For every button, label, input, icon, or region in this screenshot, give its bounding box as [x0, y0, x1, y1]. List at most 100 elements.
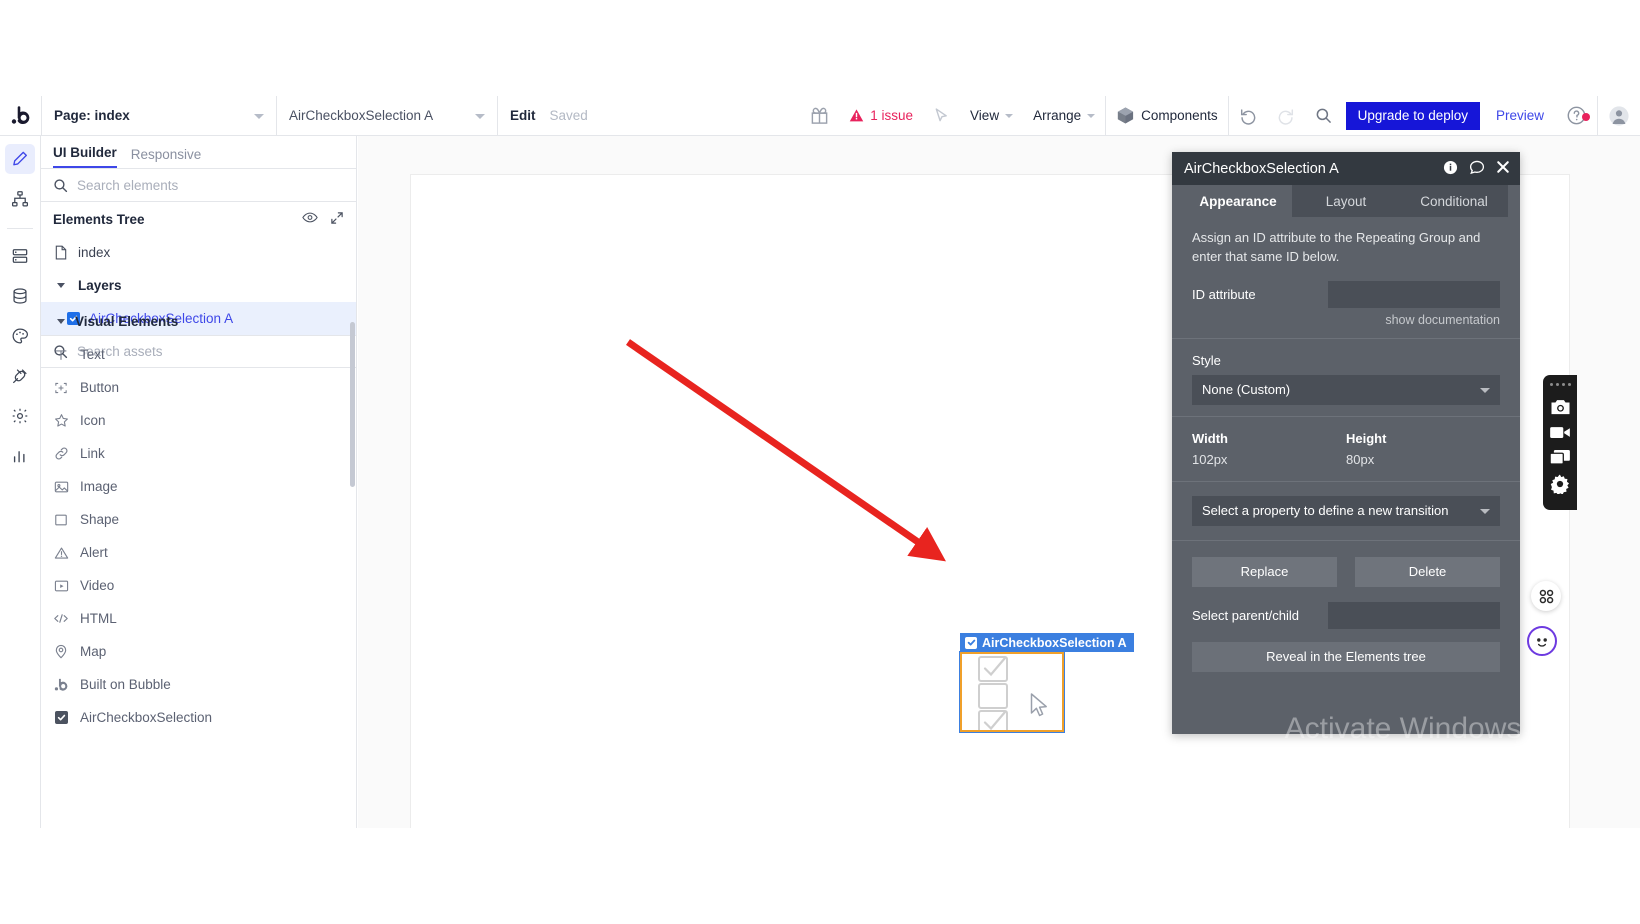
rail-item-logs[interactable] — [5, 441, 35, 471]
element-item-label: Text — [80, 347, 105, 362]
window-capture-icon[interactable] — [1549, 449, 1571, 465]
tree-row-layers[interactable]: Layers — [41, 269, 356, 302]
edit-button[interactable]: Edit — [498, 108, 548, 123]
components-button[interactable]: Components — [1106, 96, 1228, 136]
tab-ui-builder[interactable]: UI Builder — [53, 145, 117, 168]
divider — [7, 228, 33, 229]
rail-item-workflow[interactable] — [5, 184, 35, 214]
search-elements-input[interactable]: Search elements — [77, 178, 178, 193]
rail-item-database[interactable] — [5, 281, 35, 311]
close-icon[interactable] — [1496, 160, 1510, 177]
reveal-in-elements-tree-button[interactable]: Reveal in the Elements tree — [1192, 641, 1500, 672]
preview-button[interactable]: Preview — [1484, 108, 1556, 123]
page-select[interactable]: Page: index — [42, 96, 276, 136]
element-item-video[interactable]: Video — [41, 569, 356, 602]
undo-icon[interactable] — [1229, 96, 1267, 136]
bubble-logo-icon[interactable] — [0, 96, 41, 136]
info-icon[interactable] — [1443, 160, 1458, 178]
select-parent-child-field[interactable] — [1328, 601, 1500, 629]
tab-conditional[interactable]: Conditional — [1400, 185, 1508, 217]
rail-item-plugins[interactable] — [5, 361, 35, 391]
pencil-icon — [13, 151, 27, 166]
divider — [1172, 415, 1520, 417]
image-icon — [53, 480, 69, 494]
visual-elements-header[interactable]: Visual Elements — [41, 304, 356, 338]
panel-scrollbar[interactable] — [350, 322, 355, 487]
video-camera-icon[interactable] — [1549, 425, 1571, 440]
visual-elements-title: Visual Elements — [75, 313, 179, 329]
triangle-down-icon[interactable] — [53, 318, 69, 324]
face-avatar-fab[interactable] — [1527, 626, 1557, 656]
tab-layout[interactable]: Layout — [1292, 185, 1400, 217]
bar-chart-icon — [13, 451, 25, 463]
height-value: 80px — [1346, 451, 1375, 467]
element-item-label: Shape — [80, 512, 120, 527]
element-item-html[interactable]: HTML — [41, 602, 356, 635]
expand-arrows-icon[interactable] — [330, 211, 344, 228]
gear-icon[interactable] — [1550, 474, 1570, 494]
transition-select[interactable]: Select a property to define a new transi… — [1192, 495, 1500, 526]
rail-item-design-pencil[interactable] — [5, 144, 35, 174]
element-item-label: Link — [80, 446, 105, 461]
rail-item-data-tables[interactable] — [5, 241, 35, 271]
element-item-link[interactable]: Link — [41, 437, 356, 470]
style-select-value: None (Custom) — [1202, 382, 1291, 398]
page-select-label: Page: index — [54, 108, 130, 123]
rail-item-styles[interactable] — [5, 321, 35, 351]
delete-button[interactable]: Delete — [1355, 556, 1500, 587]
tree-row-label: Layers — [78, 278, 122, 293]
map-pin-icon — [53, 644, 69, 659]
tree-row-index[interactable]: index — [41, 236, 356, 269]
element-item-button[interactable]: Button — [41, 371, 356, 404]
comment-icon[interactable] — [1469, 160, 1485, 178]
gear-icon — [12, 408, 28, 424]
drag-dots-icon[interactable] — [1549, 379, 1571, 389]
element-item-text[interactable]: Text — [41, 338, 356, 371]
divider — [1172, 337, 1520, 339]
triangle-down-icon[interactable] — [53, 283, 69, 288]
element-item-built-on-bubble[interactable]: Built on Bubble — [41, 668, 356, 701]
help-button[interactable] — [1556, 105, 1597, 126]
element-item-aircheckboxselection[interactable]: AirCheckboxSelection — [41, 701, 356, 734]
camera-icon[interactable] — [1550, 398, 1571, 416]
eye-icon[interactable] — [302, 211, 318, 227]
tab-appearance[interactable]: Appearance — [1184, 185, 1292, 217]
id-attribute-hint: Assign an ID attribute to the Repeating … — [1192, 230, 1481, 264]
transition-select-value: Select a property to define a new transi… — [1202, 503, 1449, 519]
search-icon[interactable] — [1305, 96, 1342, 136]
mouse-cursor-icon — [1030, 693, 1047, 717]
tab-responsive[interactable]: Responsive — [131, 147, 202, 168]
visual-elements-list: Visual Elements Text Button Icon Link Im… — [41, 304, 356, 828]
element-item-icon[interactable]: Icon — [41, 404, 356, 437]
user-avatar-icon[interactable] — [1598, 96, 1640, 136]
search-elements-row[interactable]: Search elements — [41, 169, 356, 202]
width-value: 102px — [1192, 451, 1228, 467]
element-item-label: AirCheckboxSelection — [80, 710, 213, 725]
link-icon — [53, 446, 69, 461]
upgrade-to-deploy-button[interactable]: Upgrade to deploy — [1345, 101, 1480, 130]
show-documentation-link[interactable]: show documentation — [1192, 313, 1500, 327]
element-item-map[interactable]: Map — [41, 635, 356, 668]
screen-recorder-toolbar[interactable] — [1543, 375, 1577, 510]
gift-icon[interactable] — [800, 96, 839, 136]
database-icon — [13, 288, 27, 304]
cursor-pointer-icon[interactable] — [923, 96, 960, 136]
view-menu[interactable]: View — [960, 96, 1023, 136]
id-attribute-field[interactable] — [1328, 280, 1500, 308]
replace-button[interactable]: Replace — [1192, 556, 1337, 587]
element-item-label: Image — [80, 479, 118, 494]
arrange-menu[interactable]: Arrange — [1023, 96, 1105, 136]
element-item-image[interactable]: Image — [41, 470, 356, 503]
element-item-alert[interactable]: Alert — [41, 536, 356, 569]
alert-triangle-icon — [53, 546, 69, 560]
issue-indicator[interactable]: 1 issue — [839, 96, 923, 136]
search-icon — [54, 178, 68, 192]
element-bounding-box[interactable] — [959, 651, 1065, 733]
element-item-label: Map — [80, 644, 107, 659]
chevron-down-icon — [1005, 113, 1014, 118]
rail-item-settings[interactable] — [5, 401, 35, 431]
element-item-shape[interactable]: Shape — [41, 503, 356, 536]
element-select[interactable]: AirCheckboxSelection A — [277, 96, 497, 136]
grid-apps-fab[interactable] — [1531, 581, 1561, 611]
style-select[interactable]: None (Custom) — [1192, 374, 1500, 405]
